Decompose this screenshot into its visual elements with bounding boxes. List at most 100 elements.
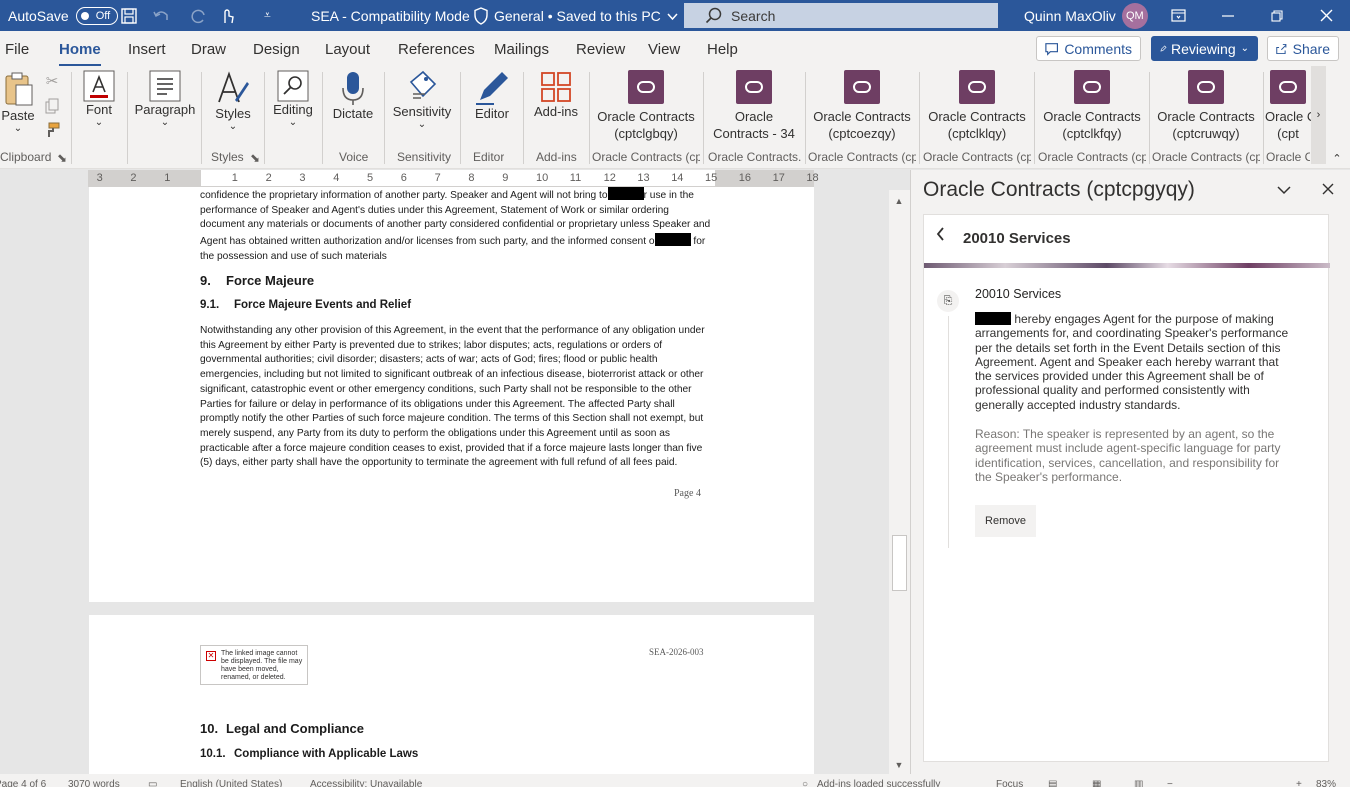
styles-icon [218,71,249,103]
oracle-contracts-button-7[interactable]: Oracle C (cpt [1265,66,1311,154]
document-area: confidence the proprietary information o… [0,187,910,774]
editor-label: Editor [475,106,509,121]
ruler-tick-label: 16 [738,172,752,184]
pane-options-icon[interactable] [1277,180,1291,200]
horizontal-ruler[interactable]: 3 2 1 1 2 3 4 5 6 7 8 9 10 11 12 13 14 15 16 17 18 [88,170,819,187]
reviewing-button[interactable]: Reviewing ⌄ [1151,36,1258,61]
oracle-group-label: Oracle Contracts... [708,150,802,164]
scroll-up-icon[interactable]: ▲ [894,196,904,206]
redo-icon[interactable] [190,0,208,31]
touch-mode-icon[interactable] [220,0,236,31]
oracle-contracts-button-5[interactable]: Oracle Contracts (cptclkfqy) [1036,66,1148,154]
tab-insert[interactable]: Insert [128,41,166,58]
editor-button[interactable]: Editor [468,66,516,154]
search-placeholder: Search [731,7,776,24]
ruler-tick-label: 6 [400,172,407,184]
paste-button[interactable]: Paste ⌄ [0,66,36,154]
find-icon [277,70,309,102]
close-icon[interactable] [1303,0,1349,31]
oracle-contracts-button-3[interactable]: Oracle Contracts (cptcoezqy) [807,66,917,154]
read-mode-icon[interactable]: ▤ [1048,779,1057,787]
tab-help[interactable]: Help [707,41,738,58]
zoom-level[interactable]: 83% [1316,779,1336,787]
tab-references[interactable]: References [398,41,475,58]
paragraph-button[interactable]: Paragraph ⌄ [133,66,197,154]
broken-image-placeholder: ✕ The linked image cannot be displayed. … [200,645,308,685]
accessibility-status[interactable]: Accessibility: Unavailable [310,779,422,787]
search-icon [705,7,722,24]
oracle-group-label: Oracle Co [1266,150,1310,164]
scroll-thumb[interactable] [892,535,907,591]
ribbon-scroll-right-icon[interactable]: › [1311,66,1326,164]
page-count[interactable]: Page 4 of 6 [0,779,46,787]
oracle-contracts-button-2[interactable]: Oracle Contracts - 34 [705,66,803,154]
dictate-button[interactable]: Dictate [329,66,377,154]
search-box[interactable]: Search [684,3,998,28]
oracle-contracts-button-6[interactable]: Oracle Contracts (cptcruwqy) [1151,66,1261,154]
restore-icon[interactable] [1254,0,1300,31]
heading-9: 9. Force Majeure [200,273,314,288]
proofing-icon[interactable]: ▭ [148,779,157,787]
tab-home[interactable]: Home [59,41,101,67]
share-button[interactable]: Share [1267,36,1339,61]
addins-label: Add-ins [533,104,579,119]
autosave-toggle[interactable]: Off [75,6,118,25]
vertical-scrollbar[interactable]: ▲ ▼ [889,190,910,775]
tab-draw[interactable]: Draw [191,41,226,58]
heading-10-1: 10.1. Compliance with Applicable Laws [200,748,418,760]
tab-review[interactable]: Review [576,41,625,58]
tab-file[interactable]: File [5,41,29,58]
minimize-icon[interactable] [1205,0,1251,31]
paragraph-text: confidence the proprietary information o… [200,190,608,201]
close-pane-icon[interactable] [1322,180,1334,200]
print-layout-icon[interactable]: ▦ [1092,779,1101,787]
remove-button[interactable]: Remove [975,505,1036,537]
oracle-icon [1270,70,1306,104]
document-page[interactable]: ✕ The linked image cannot be displayed. … [89,615,814,774]
comments-button[interactable]: Comments [1036,36,1141,61]
clipboard-group-label: Clipboard [0,150,52,164]
oracle-contracts-button-4[interactable]: Oracle Contracts (cptclklqy) [921,66,1033,154]
customize-qat-icon[interactable]: ⩡ [264,0,271,31]
ribbon-display-options-icon[interactable] [1155,0,1201,31]
dialog-launcher-icon[interactable]: ⬊ [57,151,67,165]
zoom-out-icon[interactable]: − [1167,779,1173,787]
reason-text: Reason: The speaker is represented by an… [975,427,1281,484]
autosave[interactable]: AutoSave Off [8,0,118,31]
chevron-down-icon [667,8,678,24]
document-page[interactable]: confidence the proprietary information o… [89,187,814,602]
tab-mailings[interactable]: Mailings [494,41,549,58]
zoom-in-icon[interactable]: + [1296,779,1302,787]
oracle-btn-line1: Oracle Contracts [597,109,695,124]
font-icon [83,70,115,102]
addins-button[interactable]: Add-ins [529,66,583,154]
editing-button[interactable]: Editing ⌄ [270,66,316,154]
redaction [607,187,644,200]
dialog-launcher-icon[interactable]: ⬊ [250,151,260,165]
styles-button[interactable]: Styles ⌄ [210,66,256,154]
oracle-group-label: Oracle Contracts (cp... [808,150,916,164]
collapse-ribbon-icon[interactable]: ⌃ [1330,152,1344,166]
undo-icon[interactable] [152,0,170,31]
comment-icon [1045,42,1059,56]
save-icon[interactable] [120,0,138,31]
sensitivity-button[interactable]: Sensitivity ⌄ [390,66,454,154]
heading-number: 9. [200,273,211,288]
sensitivity-label[interactable]: General • Saved to this PC [473,0,678,31]
addins-status[interactable]: Add-ins loaded successfully [817,779,940,787]
word-count[interactable]: 3070 words [68,779,120,787]
font-button[interactable]: Font ⌄ [79,66,119,154]
web-layout-icon[interactable]: ▥ [1134,779,1143,787]
save-status: General • Saved to this PC [494,7,661,24]
ruler-tick-label: 10 [536,172,549,184]
tab-layout[interactable]: Layout [325,41,370,58]
tab-view[interactable]: View [648,41,680,58]
focus-mode[interactable]: Focus [996,779,1023,787]
oracle-contracts-button-1[interactable]: Oracle Contracts (cptclgbqy) [591,66,701,154]
language[interactable]: English (United States) [180,779,282,787]
scroll-down-icon[interactable]: ▼ [894,760,904,770]
ruler-tick-label: 8 [468,172,475,184]
tab-design[interactable]: Design [253,41,300,58]
back-icon[interactable] [936,227,945,246]
account[interactable]: Quinn MaxOliv QM [1024,0,1148,31]
